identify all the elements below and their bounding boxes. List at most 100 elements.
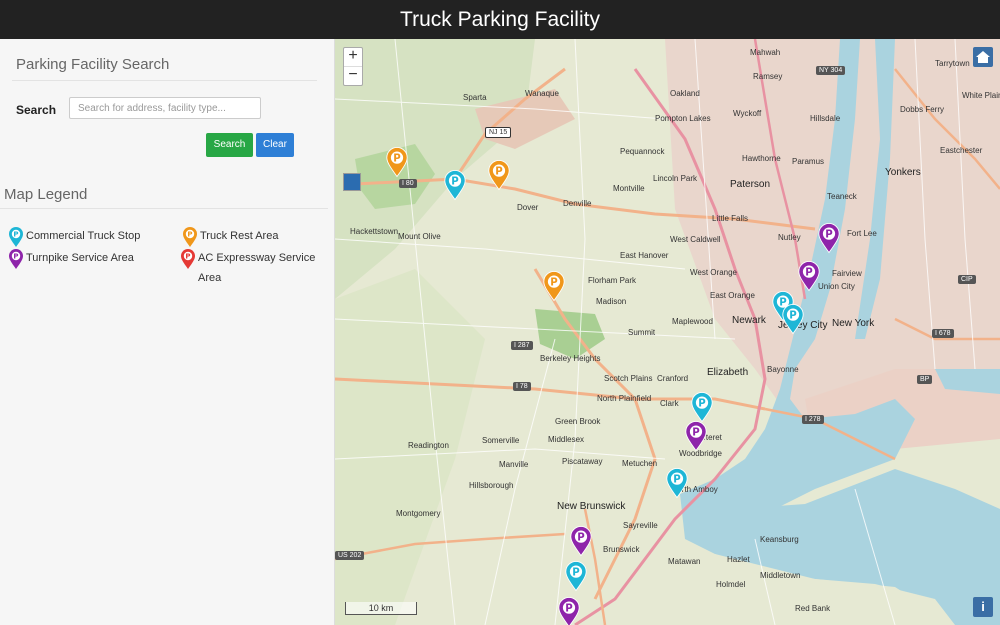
place-label: Piscataway <box>562 457 603 466</box>
info-button[interactable]: i <box>973 597 993 617</box>
parking-marker-icon[interactable]: P <box>665 467 689 499</box>
parking-marker-icon[interactable]: P <box>487 159 511 191</box>
place-label: Paterson <box>730 179 771 190</box>
place-label: Fort Lee <box>847 229 877 238</box>
place-label: Clark <box>660 399 679 408</box>
place-label: Bayonne <box>767 365 799 374</box>
legend-label: AC Expressway Service Area <box>198 252 316 284</box>
place-label: North Plainfield <box>597 394 652 403</box>
svg-text:P: P <box>13 253 18 261</box>
place-label: Yonkers <box>885 167 921 178</box>
place-label: White Plains <box>962 91 1000 100</box>
place-label: Somerville <box>482 436 520 445</box>
divider <box>12 80 317 81</box>
place-label: Ramsey <box>753 72 783 81</box>
parking-marker-icon[interactable]: P <box>684 420 708 452</box>
place-label: New York <box>832 318 875 329</box>
svg-text:P: P <box>572 567 580 578</box>
svg-text:P: P <box>692 427 700 438</box>
place-label: Montville <box>613 184 645 193</box>
place-label: Wanaque <box>525 89 559 98</box>
place-label: Hillsborough <box>469 481 514 490</box>
place-label: Elizabeth <box>707 367 749 378</box>
map-view[interactable]: Mahwah Ramsey Wanaque Sparta Oakland Wyc… <box>335 39 1000 625</box>
svg-text:P: P <box>495 166 503 177</box>
place-label: Mount Olive <box>398 232 441 241</box>
place-label: Paramus <box>792 157 825 166</box>
parking-marker-icon[interactable]: P <box>557 596 581 625</box>
svg-text:P: P <box>673 474 681 485</box>
place-label: Holmdel <box>716 580 746 589</box>
zoom-in-button[interactable]: + <box>344 48 362 67</box>
place-label: Berkeley Heights <box>540 354 601 363</box>
route-shield: I 678 <box>932 329 954 338</box>
place-label: East Orange <box>710 291 755 300</box>
scale-bar: 10 km <box>345 602 417 615</box>
svg-text:P: P <box>805 267 813 278</box>
place-label: Hillsdale <box>810 114 841 123</box>
place-label: Cranford <box>657 374 689 383</box>
zoom-out-button[interactable]: − <box>344 67 362 85</box>
route-shield: I 78 <box>513 382 531 391</box>
svg-text:P: P <box>698 398 706 409</box>
home-icon <box>976 51 990 63</box>
place-label: Pompton Lakes <box>655 114 711 123</box>
clear-button[interactable]: Clear <box>256 133 294 157</box>
map-tiles[interactable] <box>335 39 1000 625</box>
place-label: Metuchen <box>622 459 658 468</box>
place-label: East Hanover <box>620 251 669 260</box>
parking-marker-icon[interactable]: P <box>817 222 841 254</box>
svg-text:P: P <box>451 176 459 187</box>
place-label: Montgomery <box>396 509 441 518</box>
place-label: Sayreville <box>623 521 658 530</box>
parking-marker-icon[interactable]: P <box>690 391 714 423</box>
place-label: Summit <box>628 328 656 337</box>
place-label: Denville <box>563 199 592 208</box>
search-button[interactable]: Search <box>206 133 253 157</box>
place-label: Manville <box>499 460 529 469</box>
svg-text:P: P <box>187 231 192 239</box>
parking-marker-icon[interactable]: P <box>569 525 593 557</box>
svg-text:P: P <box>565 603 573 614</box>
search-input[interactable] <box>69 97 261 119</box>
svg-text:P: P <box>550 277 558 288</box>
parking-marker-icon[interactable]: P <box>797 260 821 292</box>
place-label: Teaneck <box>827 192 857 201</box>
home-button[interactable] <box>973 47 993 67</box>
ac-expressway-service-area-pin-icon: P <box>181 249 195 269</box>
place-label: Sparta <box>463 93 487 102</box>
place-label: Red Bank <box>795 604 831 613</box>
route-shield: NJ 15 <box>485 127 512 138</box>
route-shield: I 278 <box>802 415 824 424</box>
app-title: Truck Parking Facility <box>400 8 600 31</box>
divider <box>0 208 328 209</box>
place-label: Keansburg <box>760 535 799 544</box>
place-label: Scotch Plains <box>604 374 653 383</box>
place-label: Green Brook <box>555 417 601 426</box>
parking-marker-icon[interactable]: P <box>564 560 588 592</box>
parking-marker-icon[interactable]: P <box>385 146 409 178</box>
parking-marker-icon[interactable]: P <box>443 169 467 201</box>
commercial-truck-stop-pin-icon: P <box>9 227 23 247</box>
svg-text:P: P <box>825 229 833 240</box>
place-label: Lincoln Park <box>653 174 698 183</box>
search-section-title: Parking Facility Search <box>16 56 170 73</box>
locate-button[interactable] <box>343 173 361 191</box>
place-label: West Caldwell <box>670 235 721 244</box>
place-label: Nutley <box>778 233 801 242</box>
place-label: West Orange <box>690 268 737 277</box>
legend-title: Map Legend <box>4 186 88 203</box>
place-label: Wyckoff <box>733 109 762 118</box>
route-shield: NY 304 <box>816 66 846 75</box>
route-shield: I 287 <box>511 341 533 350</box>
turnpike-service-area-pin-icon: P <box>9 249 23 269</box>
place-label: Hazlet <box>727 555 750 564</box>
parking-marker-icon[interactable]: P <box>542 270 566 302</box>
parking-marker-icon[interactable]: P <box>781 303 805 335</box>
svg-text:P: P <box>577 532 585 543</box>
place-label: Hackettstown <box>350 227 399 236</box>
route-shield: I 80 <box>399 179 417 188</box>
place-label: Maplewood <box>672 317 713 326</box>
place-label: New Brunswick <box>557 501 626 512</box>
place-label: Dobbs Ferry <box>900 105 945 114</box>
